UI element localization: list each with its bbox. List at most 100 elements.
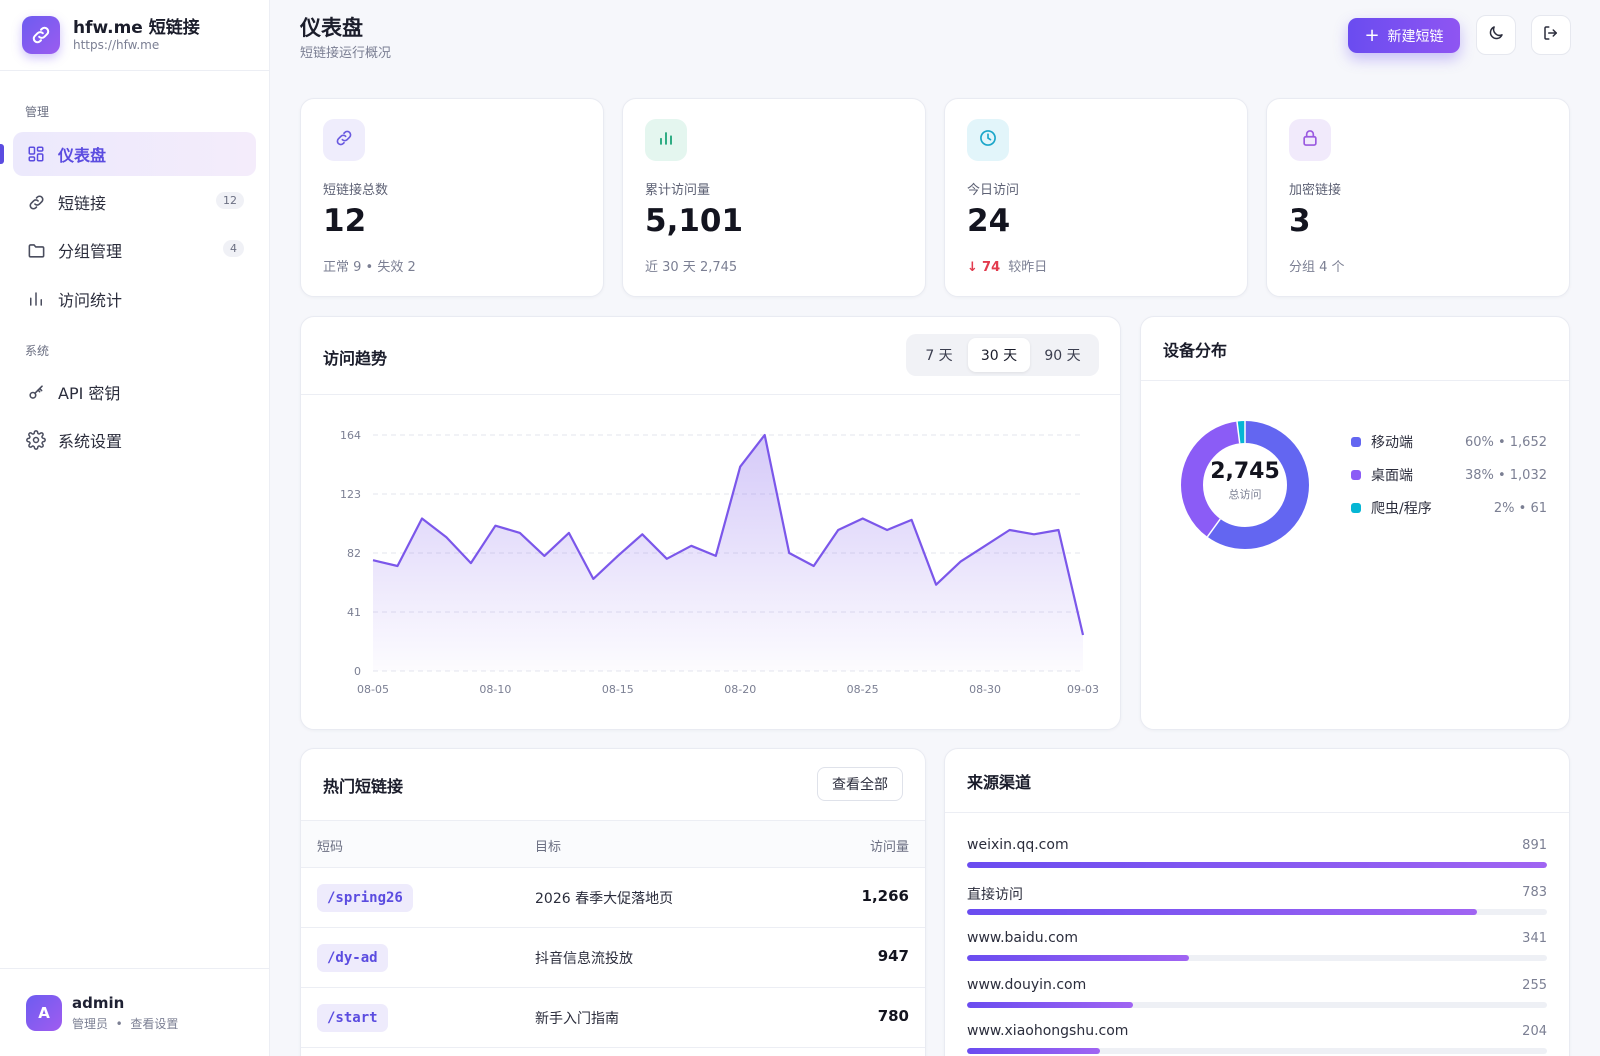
source-bar-fill xyxy=(967,955,1189,961)
new-link-button[interactable]: + 新建短链 xyxy=(1348,18,1460,53)
source-count: 255 xyxy=(1522,977,1547,993)
data-point[interactable] xyxy=(909,517,914,522)
data-point[interactable] xyxy=(419,516,424,521)
data-point[interactable] xyxy=(371,558,376,563)
y-tick-label: 82 xyxy=(347,547,361,560)
plus-icon: + xyxy=(1364,24,1380,46)
sidebar-item-api-keys[interactable]: API 密钥 xyxy=(13,370,256,414)
data-point[interactable] xyxy=(517,530,522,535)
bar-chart-icon xyxy=(656,128,676,152)
sidebar-item-links[interactable]: 短链接 12 xyxy=(13,180,256,224)
data-point[interactable] xyxy=(1007,527,1012,532)
view-all-button[interactable]: 查看全部 xyxy=(817,767,903,801)
data-point[interactable] xyxy=(395,563,400,568)
data-point[interactable] xyxy=(787,551,792,556)
legend-value: 60% • 1,652 xyxy=(1464,434,1547,450)
legend-label: 爬虫/程序 xyxy=(1371,501,1432,517)
sidebar-item-settings[interactable]: 系统设置 xyxy=(13,418,256,462)
legend-swatch xyxy=(1351,503,1361,513)
separator-dot: • xyxy=(111,1016,127,1031)
data-point[interactable] xyxy=(983,543,988,548)
data-point[interactable] xyxy=(566,530,571,535)
range-30d[interactable]: 30 天 xyxy=(968,338,1030,372)
logout-button[interactable] xyxy=(1531,15,1571,55)
table-row[interactable]: /spring26 2026 春季大促落地页 1,266 xyxy=(301,868,925,928)
donut-total: 2,745 xyxy=(1210,459,1280,484)
data-point[interactable] xyxy=(811,563,816,568)
legend-item: 爬虫/程序 2% • 61 xyxy=(1351,498,1547,518)
dashboard-icon xyxy=(26,144,46,164)
source-row[interactable]: 直接访问 783 xyxy=(967,884,1547,924)
sidebar-item-groups[interactable]: 分组管理 4 xyxy=(13,228,256,272)
new-link-label: 新建短链 xyxy=(1387,28,1444,45)
data-point[interactable] xyxy=(958,559,963,564)
table-row[interactable]: /start 新手入门指南 780 xyxy=(301,988,925,1048)
trend-area xyxy=(373,435,1083,671)
sidebar-item-stats[interactable]: 访问统计 xyxy=(13,277,256,321)
source-row[interactable]: www.baidu.com 341 xyxy=(967,930,1547,970)
data-point[interactable] xyxy=(493,523,498,528)
data-point[interactable] xyxy=(689,543,694,548)
data-point[interactable] xyxy=(836,527,841,532)
data-point[interactable] xyxy=(885,527,890,532)
page-subtitle: 短链接运行概况 xyxy=(300,46,392,61)
source-count: 891 xyxy=(1522,838,1547,853)
view-settings-link[interactable]: 查看设置 xyxy=(130,1017,178,1031)
stat-icon-bg xyxy=(323,119,365,161)
data-point[interactable] xyxy=(1081,633,1086,638)
data-point[interactable] xyxy=(468,561,473,566)
data-point[interactable] xyxy=(664,556,669,561)
target-title: 新手入门指南 xyxy=(535,1011,619,1027)
data-point[interactable] xyxy=(762,433,767,438)
theme-toggle-button[interactable] xyxy=(1476,15,1516,55)
source-row[interactable]: weixin.qq.com 891 xyxy=(967,837,1547,877)
clock-icon xyxy=(978,128,998,152)
page-title: 仪表盘 xyxy=(300,16,363,40)
data-point[interactable] xyxy=(1032,532,1037,537)
table-header: 短码 目标 访问量 xyxy=(301,820,925,868)
data-point[interactable] xyxy=(591,576,596,581)
arrow-down-icon: ↓ xyxy=(967,260,978,275)
folder-icon xyxy=(26,240,46,260)
data-point[interactable] xyxy=(1056,527,1061,532)
stat-card-total-visits: 累计访问量 5,101 近 30 天 2,745 xyxy=(622,98,926,297)
data-point[interactable] xyxy=(738,464,743,469)
delta-value: 74 xyxy=(982,260,1001,275)
data-point[interactable] xyxy=(934,582,939,587)
sidebar-item-dashboard[interactable]: 仪表盘 xyxy=(13,132,256,176)
x-tick-label: 08-05 xyxy=(357,683,389,696)
legend-label: 移动端 xyxy=(1371,435,1413,451)
nav-section-system: 系统 xyxy=(25,344,50,358)
short-code[interactable]: /dy-ad xyxy=(317,944,388,972)
table-row[interactable]: /dy-ad 抖音信息流投放 947 xyxy=(301,928,925,988)
column-header[interactable]: 目标 xyxy=(535,836,561,855)
target-title: 抖音信息流投放 xyxy=(535,951,633,967)
brand[interactable]: hfw.me 短链接 https://hfw.me xyxy=(0,0,269,71)
data-point[interactable] xyxy=(713,553,718,558)
source-row[interactable]: www.douyin.com 255 xyxy=(967,977,1547,1017)
column-header[interactable]: 短码 xyxy=(317,836,343,855)
x-tick-label: 08-30 xyxy=(969,683,1001,696)
data-point[interactable] xyxy=(640,532,645,537)
source-bar-track xyxy=(967,908,1547,915)
source-bar-track xyxy=(967,1001,1547,1008)
legend-value: 2% • 61 xyxy=(1493,500,1547,516)
stat-icon-bg xyxy=(1289,119,1331,161)
stat-label: 今日访问 xyxy=(967,183,1020,198)
short-code[interactable]: /spring26 xyxy=(317,884,413,912)
data-point[interactable] xyxy=(444,535,449,540)
stat-value: 3 xyxy=(1289,203,1311,239)
user-panel[interactable]: A admin 管理员 • 查看设置 xyxy=(0,968,270,1056)
user-role: 管理员 xyxy=(72,1016,109,1031)
source-row[interactable]: www.xiaohongshu.com 204 xyxy=(967,1023,1547,1056)
range-90d[interactable]: 90 天 xyxy=(1030,338,1095,372)
y-tick-label: 41 xyxy=(347,606,361,619)
data-point[interactable] xyxy=(615,553,620,558)
short-code[interactable]: /start xyxy=(317,1004,388,1032)
count-badge: 12 xyxy=(216,192,244,209)
data-point[interactable] xyxy=(542,553,547,558)
brand-url: https://hfw.me xyxy=(73,38,160,52)
data-point[interactable] xyxy=(860,516,865,521)
range-7d[interactable]: 7 天 xyxy=(910,338,968,372)
column-header[interactable]: 访问量 xyxy=(870,836,909,855)
